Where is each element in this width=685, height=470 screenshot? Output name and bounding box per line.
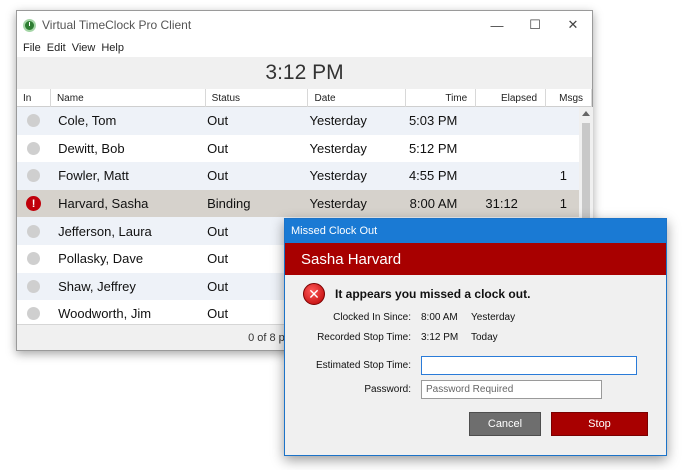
- status-dot-icon: [27, 224, 41, 238]
- in-indicator-cell: [17, 273, 50, 301]
- employee-time: 4:55 PM: [408, 168, 458, 184]
- current-time-display: 3:12 PM: [17, 57, 592, 89]
- estimated-stop-label: Estimated Stop Time:: [315, 360, 411, 371]
- recorded-stop-time: 3:12 PM: [421, 332, 459, 343]
- column-header-date[interactable]: Date: [308, 89, 407, 107]
- estimated-stop-row: Estimated Stop Time:: [285, 356, 637, 375]
- maximize-button[interactable]: ☐: [516, 11, 554, 39]
- in-indicator-cell: !: [17, 190, 50, 218]
- employee-name: Cole, Tom: [58, 113, 117, 129]
- menu-help[interactable]: Help: [98, 42, 127, 54]
- password-input[interactable]: [421, 380, 602, 399]
- employee-msgs: 1: [559, 196, 567, 212]
- column-header-status[interactable]: Status: [206, 89, 309, 107]
- close-button[interactable]: ✕: [554, 11, 592, 39]
- employee-name: Jefferson, Laura: [58, 223, 152, 239]
- dialog-employee-name: Sasha Harvard: [301, 250, 402, 268]
- status-dot-icon: [27, 307, 41, 321]
- recorded-stop-day: Today: [471, 332, 498, 343]
- title-bar[interactable]: Virtual TimeClock Pro Client — ☐ ✕: [17, 11, 592, 39]
- menu-file[interactable]: File: [20, 42, 44, 54]
- employee-row[interactable]: Fowler, Matt Out Yesterday 4:55 PM 1: [17, 162, 579, 190]
- menu-edit[interactable]: Edit: [44, 42, 69, 54]
- employee-name: Pollasky, Dave: [58, 251, 144, 267]
- dialog-headline: ✕ It appears you missed a clock out.: [303, 283, 530, 305]
- employee-msgs: [534, 107, 579, 135]
- x-circle-icon: ✕: [303, 283, 325, 305]
- employee-name: Shaw, Jeffrey: [58, 278, 136, 294]
- status-dot-icon: [27, 169, 41, 183]
- timeclock-icon: [23, 18, 36, 32]
- employee-name: Harvard, Sasha: [58, 196, 149, 212]
- employee-status: Out: [207, 140, 229, 156]
- clocked-in-row: Clocked In Since: 8:00 AM Yesterday: [285, 312, 515, 323]
- clocked-in-day: Yesterday: [471, 312, 516, 323]
- status-dot-icon: [27, 114, 41, 128]
- employee-time: 5:12 PM: [408, 140, 458, 156]
- window-controls: — ☐ ✕: [478, 11, 592, 39]
- menu-bar: File Edit View Help: [17, 39, 127, 57]
- in-indicator-cell: [17, 217, 50, 245]
- employee-time: 8:00 AM: [409, 196, 458, 212]
- status-dot-icon: [27, 252, 41, 266]
- employee-time: 5:03 PM: [408, 113, 458, 129]
- status-dot-icon: [27, 141, 41, 155]
- stop-button[interactable]: Stop: [551, 412, 648, 436]
- employee-elapsed: [465, 107, 534, 135]
- exclamation-icon: !: [26, 196, 42, 212]
- dialog-employee-banner: Sasha Harvard: [285, 243, 666, 275]
- employee-name: Dewitt, Bob: [58, 140, 125, 156]
- scroll-up-icon[interactable]: [582, 111, 590, 116]
- column-header-in[interactable]: In: [17, 89, 51, 107]
- employee-status: Binding: [207, 196, 251, 212]
- clocked-in-label: Clocked In Since:: [333, 312, 411, 323]
- employee-elapsed: 31:12: [485, 196, 518, 212]
- password-label: Password:: [364, 384, 411, 395]
- column-header-msgs[interactable]: Msgs: [546, 89, 593, 107]
- column-header-elapsed[interactable]: Elapsed: [476, 89, 547, 107]
- employee-msgs: 1: [559, 168, 567, 184]
- minimize-button[interactable]: —: [478, 11, 516, 39]
- menu-view[interactable]: View: [69, 42, 99, 54]
- employee-status: Out: [207, 113, 229, 129]
- in-indicator-cell: [17, 162, 50, 190]
- cancel-button[interactable]: Cancel: [469, 412, 541, 436]
- in-indicator-cell: [17, 245, 50, 273]
- in-indicator-cell: [17, 135, 50, 163]
- employee-status: Out: [207, 168, 229, 184]
- employee-date: Yesterday: [309, 140, 367, 156]
- employee-row[interactable]: Cole, Tom Out Yesterday 5:03 PM: [17, 107, 579, 135]
- employee-date: Yesterday: [309, 113, 367, 129]
- employee-row[interactable]: Dewitt, Bob Out Yesterday 5:12 PM: [17, 135, 579, 163]
- employee-date: Yesterday: [309, 168, 367, 184]
- grid-header: In Name Status Date Time Elapsed Msgs: [17, 89, 593, 107]
- missed-clock-out-dialog: Missed Clock Out Sasha Harvard ✕ It appe…: [284, 218, 667, 456]
- employee-elapsed: [465, 135, 534, 163]
- dialog-title-bar[interactable]: Missed Clock Out: [285, 219, 666, 243]
- employee-name: Fowler, Matt: [58, 168, 129, 184]
- window-title: Virtual TimeClock Pro Client: [42, 18, 192, 32]
- clocked-in-time: 8:00 AM: [421, 312, 458, 323]
- employee-row[interactable]: ! Harvard, Sasha Binding Yesterday 8:00 AM 31…: [17, 189, 579, 218]
- dialog-title: Missed Clock Out: [291, 225, 378, 237]
- estimated-stop-input[interactable]: [421, 356, 637, 375]
- recorded-stop-label: Recorded Stop Time:: [317, 332, 411, 343]
- status-dot-icon: [27, 279, 41, 293]
- employee-msgs: [534, 135, 579, 163]
- column-header-name[interactable]: Name: [51, 89, 206, 107]
- employee-date: Yesterday: [309, 196, 367, 212]
- password-row: Password:: [285, 380, 602, 399]
- recorded-stop-row: Recorded Stop Time: 3:12 PM Today: [285, 332, 498, 343]
- in-indicator-cell: [17, 107, 50, 135]
- employee-elapsed: [465, 162, 534, 190]
- column-header-time[interactable]: Time: [406, 89, 477, 107]
- dialog-message: It appears you missed a clock out.: [335, 287, 531, 301]
